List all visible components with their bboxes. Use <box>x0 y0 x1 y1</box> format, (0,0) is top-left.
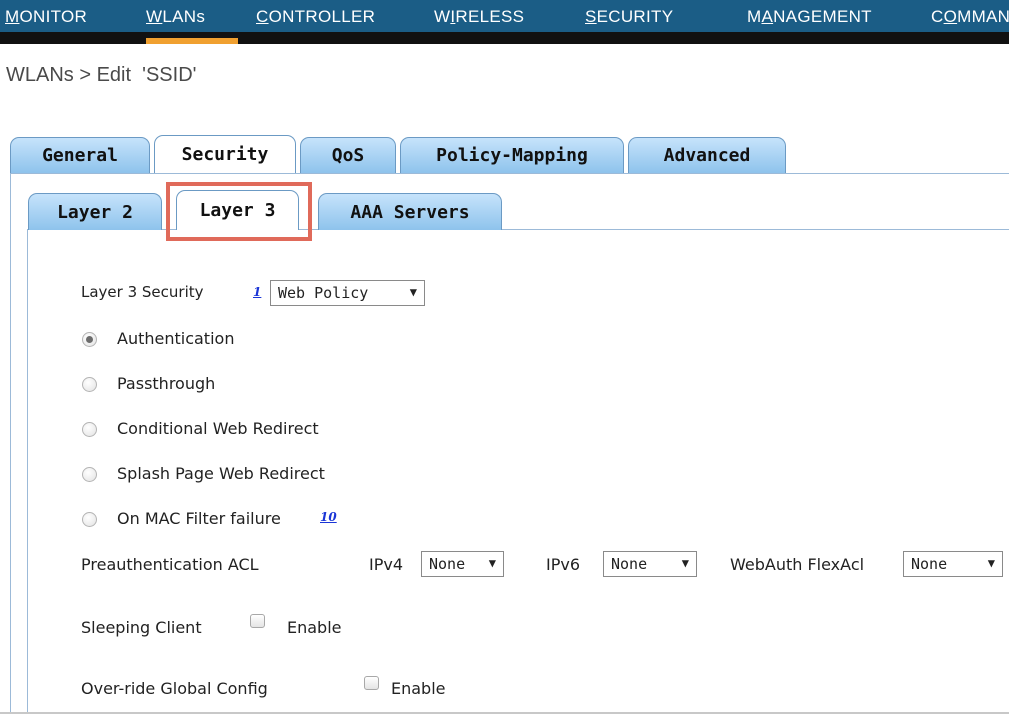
ipv4-label: IPv4 <box>369 555 404 574</box>
ipv4-acl-select[interactable]: None ▼ <box>421 551 504 577</box>
nav-security[interactable]: SECURITY <box>585 7 673 27</box>
chevron-down-icon: ▼ <box>987 556 995 570</box>
subtab-aaa-servers[interactable]: AAA Servers <box>318 193 502 230</box>
top-navigation: MONITOR WLANs CONTROLLER WIRELESS SECURI… <box>0 0 1009 44</box>
radio-passthrough[interactable] <box>82 377 97 392</box>
tab-advanced[interactable]: Advanced <box>628 137 786 173</box>
chevron-down-icon: ▼ <box>681 556 689 570</box>
webauth-flexacl-value: None <box>911 555 948 573</box>
override-global-config-enable-label: Enable <box>391 679 446 698</box>
ipv6-label: IPv6 <box>546 555 581 574</box>
page-title: WLANs > Edit 'SSID' <box>6 64 197 86</box>
ipv6-acl-value: None <box>611 555 648 573</box>
tab-qos[interactable]: QoS <box>300 137 396 173</box>
webauth-flexacl-label: WebAuth FlexAcl <box>730 555 865 574</box>
radio-on-mac-filter-failure[interactable] <box>82 512 97 527</box>
sleeping-client-label: Sleeping Client <box>81 618 202 637</box>
ipv4-acl-value: None <box>429 555 466 573</box>
layer3-highlight-box <box>166 182 312 241</box>
chevron-down-icon: ▼ <box>488 556 496 570</box>
radio-conditional-web-redirect-label: Conditional Web Redirect <box>117 419 319 438</box>
layer3-security-select[interactable]: Web Policy ▼ <box>270 280 425 306</box>
nav-commands[interactable]: COMMANDS <box>931 7 1009 27</box>
chevron-down-icon: ▼ <box>409 285 417 299</box>
ipv6-acl-select[interactable]: None ▼ <box>603 551 697 577</box>
nav-wireless[interactable]: WIRELESS <box>434 7 524 27</box>
radio-authentication[interactable] <box>82 332 97 347</box>
tab-general[interactable]: General <box>10 137 150 173</box>
override-global-config-checkbox[interactable] <box>364 676 379 690</box>
sleeping-client-checkbox[interactable] <box>250 614 265 628</box>
radio-conditional-web-redirect[interactable] <box>82 422 97 437</box>
layer3-help-link[interactable]: 1 <box>253 285 261 299</box>
tab-policy-mapping[interactable]: Policy-Mapping <box>400 137 624 173</box>
radio-passthrough-label: Passthrough <box>117 374 216 393</box>
layer3-security-label: Layer 3 Security <box>81 283 204 301</box>
nav-active-indicator <box>146 38 238 44</box>
radio-splash-page-web-redirect[interactable] <box>82 467 97 482</box>
radio-splash-page-web-redirect-label: Splash Page Web Redirect <box>117 464 325 483</box>
mac-filter-help-link[interactable]: 10 <box>320 510 337 524</box>
layer3-security-value: Web Policy <box>278 284 369 302</box>
sleeping-client-enable-label: Enable <box>287 618 342 637</box>
subtab-layer2[interactable]: Layer 2 <box>28 193 162 230</box>
override-global-config-label: Over-ride Global Config <box>81 679 268 698</box>
webauth-flexacl-select[interactable]: None ▼ <box>903 551 1003 577</box>
nav-wlans[interactable]: WLANs <box>146 7 205 27</box>
nav-monitor[interactable]: MONITOR <box>5 7 87 27</box>
radio-authentication-label: Authentication <box>117 329 235 348</box>
nav-management[interactable]: MANAGEMENT <box>747 7 872 27</box>
tab-security[interactable]: Security <box>154 135 296 173</box>
preauth-acl-label: Preauthentication ACL <box>81 555 259 574</box>
nav-controller[interactable]: CONTROLLER <box>256 7 375 27</box>
radio-on-mac-filter-failure-label: On MAC Filter failure <box>117 509 281 528</box>
